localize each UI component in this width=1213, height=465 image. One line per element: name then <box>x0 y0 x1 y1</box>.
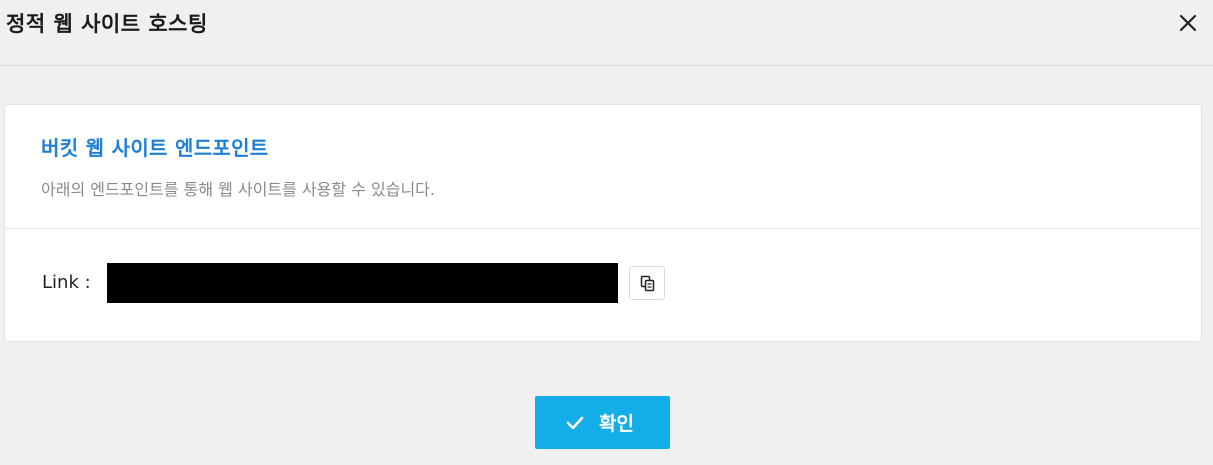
copy-icon <box>640 275 655 292</box>
link-label: Link : <box>42 272 91 293</box>
confirm-button[interactable]: 확인 <box>535 396 670 449</box>
endpoint-description: 아래의 엔드포인트를 통해 웹 사이트를 사용할 수 있습니다. <box>41 180 435 199</box>
dialog-header: 정적 웹 사이트 호스팅 <box>0 0 1213 66</box>
check-icon <box>566 416 584 430</box>
close-button[interactable] <box>1175 10 1201 36</box>
confirm-label: 확인 <box>599 413 634 435</box>
endpoint-card: 버킷 웹 사이트 엔드포인트 아래의 엔드포인트를 통해 웹 사이트를 사용할 … <box>4 104 1202 342</box>
endpoint-card-header: 버킷 웹 사이트 엔드포인트 아래의 엔드포인트를 통해 웹 사이트를 사용할 … <box>5 105 1201 229</box>
endpoint-title: 버킷 웹 사이트 엔드포인트 <box>41 136 269 160</box>
close-icon <box>1179 14 1197 32</box>
copy-link-button[interactable] <box>629 266 665 300</box>
link-value-redacted <box>107 263 618 303</box>
dialog-title: 정적 웹 사이트 호스팅 <box>6 12 208 36</box>
